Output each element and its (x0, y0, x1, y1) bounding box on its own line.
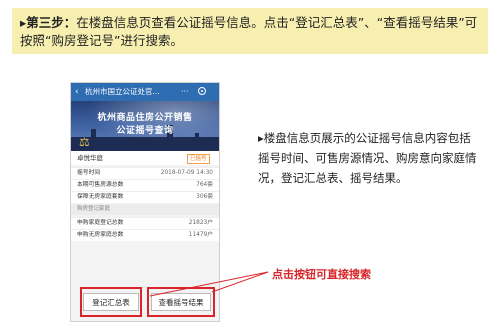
project-name: 卓悦华庭 (77, 154, 103, 162)
step-banner: ▸第三步：在楼盘信息页查看公证摇号信息。点击“登记汇总表”、“查看摇号结果”可按… (12, 8, 488, 54)
info-label: 申购无房家庭总数 (77, 232, 124, 238)
justice-scale-icon: ⚖ (79, 135, 90, 149)
status-badge: 已摇号 (187, 154, 210, 164)
more-icon[interactable]: ··· (181, 83, 189, 101)
info-label: 本期可售房源总数 (77, 182, 124, 188)
step-label: ▸第三步： (20, 15, 77, 30)
summary-highlight-box (80, 287, 142, 317)
description-text: ▸楼盘信息页展示的公证摇号信息内容包括摇号时间、可售房源情况、购房意向家庭情况，… (258, 131, 477, 185)
hero-banner: 杭州商品住房公开销售 公证摇号查询 ⚖ (71, 101, 219, 151)
back-icon[interactable]: ‹ (75, 83, 79, 101)
hero-subtitle: 公证摇号查询 (116, 126, 174, 136)
info-row: 摇号时间 2018-07-09 14:30 (71, 167, 219, 179)
info-label: 保障无房家庭套数 (77, 194, 124, 200)
info-row: 申购无房家庭总数 11479户 (71, 229, 219, 241)
arrow-line-2 (211, 271, 269, 293)
info-row: 申购家庭登记总数 21823户 (71, 217, 219, 229)
section-label: 购房登记家庭 (77, 206, 111, 212)
close-icon[interactable] (198, 87, 206, 95)
info-value: 2018-07-09 14:30 (160, 170, 213, 176)
section-header: 购房登记家庭 (71, 204, 219, 215)
callout-text: 点击按钮可直接搜索 (272, 268, 371, 281)
info-value: 306套 (196, 194, 213, 200)
info-row: 保障无房家庭套数 306套 (71, 191, 219, 203)
info-label: 摇号时间 (77, 170, 101, 176)
info-row: 本期可售房源总数 764套 (71, 179, 219, 191)
hero-title: 杭州商品住房公开销售 (97, 113, 193, 123)
info-label: 申购家庭登记总数 (77, 220, 124, 226)
info-value: 764套 (196, 182, 213, 188)
step-text: 在楼盘信息页查看公证摇号信息。点击“登记汇总表”、“查看摇号结果”可按照“购房登… (20, 15, 478, 48)
page-title: 杭州市国立公证处官... (85, 87, 160, 96)
project-row: 卓悦华庭 已摇号 (71, 151, 219, 165)
phone-screenshot: ‹ 杭州市国立公证处官... ··· 杭州商品住房公开销售 公证摇号查询 ⚖ 卓… (70, 82, 220, 322)
info-value: 21823户 (188, 220, 213, 226)
result-highlight-box (147, 287, 215, 317)
wechat-titlebar: ‹ 杭州市国立公证处官... ··· (71, 83, 219, 101)
info-value: 11479户 (188, 232, 213, 238)
